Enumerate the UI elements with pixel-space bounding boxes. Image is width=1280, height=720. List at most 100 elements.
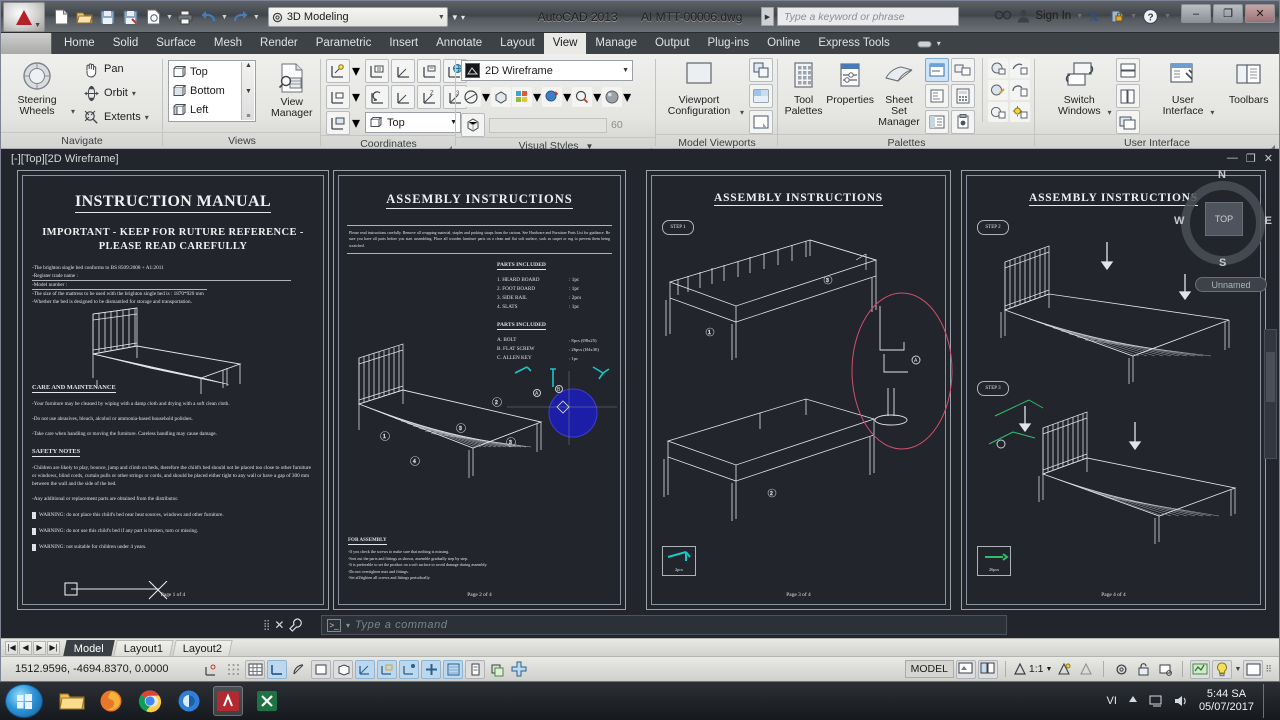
layout-next-button[interactable]: ▶ [33, 640, 46, 655]
ucs-x-button[interactable] [391, 85, 416, 109]
open-icon[interactable] [74, 7, 95, 28]
wrench-icon[interactable] [289, 618, 303, 632]
viewport-minimize-icon[interactable]: — [1227, 152, 1238, 165]
close-button[interactable]: ✕ [1245, 4, 1275, 23]
ribbon-tab-manage[interactable]: Manage [586, 33, 646, 54]
save-as-icon[interactable] [120, 7, 141, 28]
drag-handle-icon[interactable]: ⣿ [263, 620, 270, 631]
layout-last-button[interactable]: ▶| [47, 640, 60, 655]
zoom-extents-button[interactable]: Extents ▾ [80, 106, 152, 128]
user-icon[interactable] [1017, 6, 1030, 26]
canvas-vertical-scrollbar[interactable] [1264, 329, 1277, 459]
xray-effect-button[interactable] [461, 87, 481, 107]
chevron-down-icon[interactable]: ▾ [352, 61, 360, 81]
layout-prev-button[interactable]: ◀ [19, 640, 32, 655]
ribbon-tab-home[interactable]: Home [55, 33, 104, 54]
object-snap-tracking-button[interactable] [355, 659, 375, 679]
xray-toggle-button[interactable] [461, 113, 485, 137]
sign-in-label[interactable]: Sign In [1035, 10, 1071, 22]
viewport-maximize-icon[interactable]: ❐ [1246, 152, 1256, 165]
object-snap-button[interactable] [311, 659, 331, 679]
taskbar-coccoc[interactable] [174, 686, 204, 716]
ucs-y-button[interactable]: Z [417, 85, 442, 109]
ribbon-tab-render[interactable]: Render [251, 33, 307, 54]
coordinate-readout[interactable]: 1512.9596, -4694.8370, 0.0000 [1, 663, 201, 675]
ucs-origin-button[interactable] [391, 59, 416, 83]
design-center-button[interactable] [925, 110, 949, 134]
polar-tracking-button[interactable] [289, 660, 309, 679]
chevron-down-icon[interactable]: ▾ [1210, 108, 1214, 134]
ribbon-tab-overflow[interactable]: ▾ [917, 33, 941, 54]
workspace-switching-button[interactable] [1111, 660, 1131, 679]
help-icon[interactable]: ? [1142, 6, 1159, 26]
isolate-objects-button[interactable] [1155, 660, 1175, 679]
command-input[interactable]: >_ ▾ Type a command [321, 615, 1007, 635]
tile-vertically-button[interactable] [1115, 84, 1140, 108]
visual-styles-manager-button[interactable] [1010, 58, 1030, 78]
workspace-overflow-icon[interactable]: ▼ ▾ [451, 13, 465, 22]
chevron-down-icon[interactable]: ▼ [1164, 13, 1171, 20]
chevron-down-icon[interactable]: ▼ [1130, 13, 1137, 20]
show-desktop-button[interactable] [1263, 684, 1272, 718]
user-interface-button[interactable]: User Interface [1159, 58, 1208, 117]
chevron-down-icon[interactable]: ▾ [593, 87, 601, 107]
ucs-named-button[interactable] [326, 85, 350, 109]
scroll-up-icon[interactable]: ▲ [245, 62, 252, 69]
navcube-top-face[interactable]: TOP [1205, 202, 1243, 236]
viewport-configuration-button[interactable]: Viewport Configuration [661, 58, 737, 117]
annotation-visibility-button[interactable] [1054, 660, 1074, 679]
material-style-button[interactable] [602, 87, 623, 107]
pan-button[interactable]: Pan [80, 58, 152, 80]
annotation-scale-control[interactable]: 1:1 ▼ [1013, 662, 1052, 676]
toolbars-button[interactable]: Toolbars [1223, 58, 1274, 106]
named-viewports-button[interactable] [749, 110, 773, 134]
3d-object-snap-button[interactable] [333, 659, 353, 679]
save-icon[interactable] [97, 7, 118, 28]
layout-tab-layout2[interactable]: Layout2 [172, 639, 233, 656]
sun-properties-button[interactable] [1010, 102, 1030, 122]
ribbon-tab-parametric[interactable]: Parametric [307, 33, 381, 54]
undo-icon[interactable] [198, 7, 219, 28]
exchange-apps-icon[interactable]: X [1088, 6, 1105, 26]
views-list[interactable]: Top Bottom Left ▲ ▼ ≡ [168, 60, 257, 122]
color-style-button[interactable] [512, 87, 533, 107]
resize-grip-icon[interactable]: ⠿ [1265, 664, 1272, 675]
security-icon[interactable] [1110, 6, 1125, 26]
ucs-previous-button[interactable] [365, 85, 390, 109]
start-button[interactable] [5, 684, 43, 718]
redo-icon[interactable] [230, 7, 251, 28]
ortho-mode-button[interactable] [267, 659, 287, 679]
chevron-down-icon[interactable]: ▾ [132, 89, 136, 98]
chevron-down-icon[interactable]: ▾ [352, 87, 360, 107]
maximize-button[interactable]: ❐ [1213, 4, 1243, 23]
chevron-down-icon[interactable]: ▾ [563, 87, 571, 107]
edge-style-button[interactable] [572, 87, 593, 107]
join-viewports-button[interactable] [749, 58, 773, 82]
new-icon[interactable] [51, 7, 72, 28]
taskbar-clock[interactable]: 5:44 SA 05/07/2017 [1199, 688, 1254, 714]
taskbar-autocad[interactable] [213, 686, 243, 716]
taskbar-chrome[interactable] [135, 686, 165, 716]
lineweight-button[interactable] [421, 659, 441, 679]
command-line-palette-button[interactable] [925, 58, 949, 82]
material-editor-button[interactable] [988, 80, 1008, 100]
scroll-down-icon[interactable]: ▼ [245, 88, 252, 95]
visual-style-dropdown[interactable]: 2D Wireframe ▼ [461, 60, 633, 81]
chevron-down-icon[interactable]: ▾ [71, 107, 75, 132]
chevron-down-icon[interactable]: ▼ [221, 14, 228, 21]
ribbon-tab-surface[interactable]: Surface [147, 33, 205, 54]
sheet-page-1[interactable]: INSTRUCTION MANUAL IMPORTANT - KEEP FOR … [17, 170, 329, 610]
taskbar-excel[interactable] [252, 686, 282, 716]
materials-browser-button[interactable] [988, 58, 1008, 78]
search-input[interactable]: Type a keyword or phrase [777, 7, 959, 26]
application-menu-button[interactable]: ▼ [3, 2, 45, 32]
chevron-down-icon[interactable]: ▾ [740, 108, 744, 134]
ribbon-tab-view[interactable]: View [543, 33, 587, 54]
lights-list-button[interactable] [1010, 80, 1030, 100]
search-icon[interactable] [994, 6, 1012, 26]
switch-windows-button[interactable]: Switch Windows [1054, 58, 1105, 117]
tool-palettes-button[interactable]: Tool Palettes [783, 58, 824, 117]
model-space-button[interactable]: MODEL [904, 660, 954, 678]
auto-scale-button[interactable] [1076, 660, 1096, 679]
chevron-down-icon[interactable]: ▼ [1076, 13, 1083, 20]
